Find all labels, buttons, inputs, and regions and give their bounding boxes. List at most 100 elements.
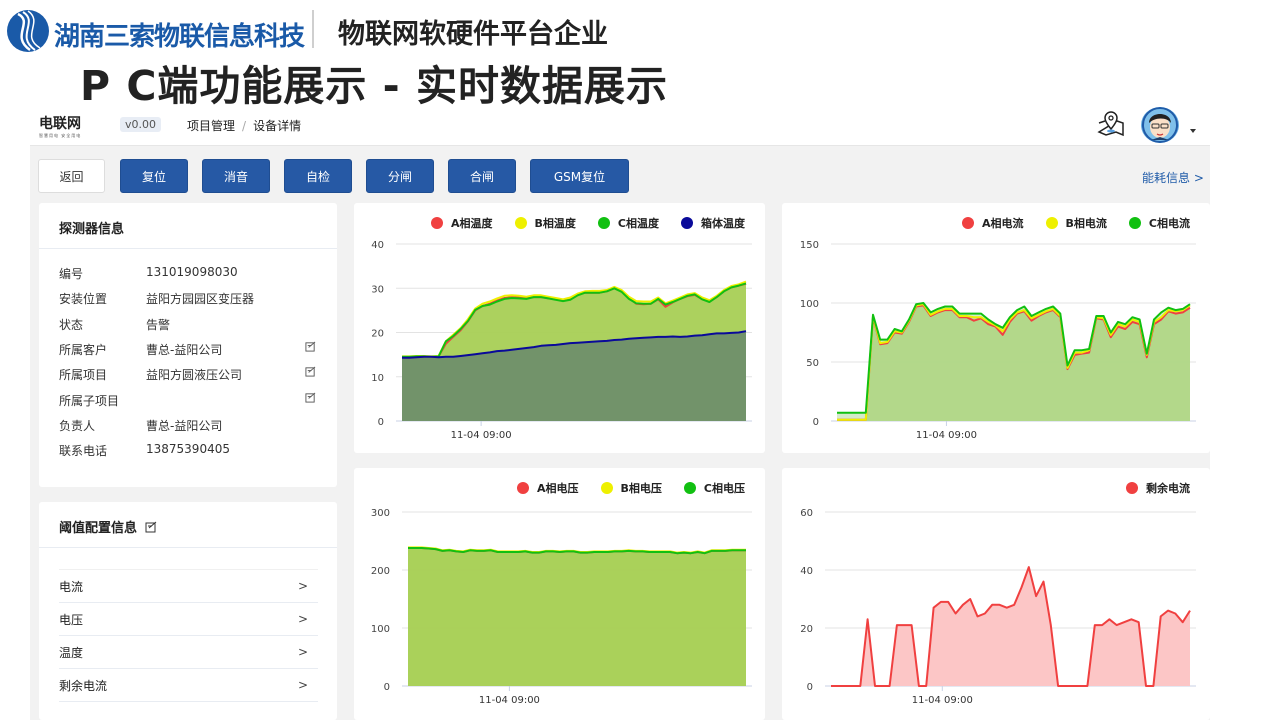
version-badge: v0.00 — [120, 117, 162, 132]
legend-dot-icon — [1126, 482, 1138, 494]
legend-item[interactable]: A相电压 — [517, 480, 579, 496]
close-switch-button[interactable]: 合闸 — [448, 159, 516, 193]
legend-item[interactable]: A相电流 — [962, 215, 1024, 231]
y-tick-label: 100 — [800, 299, 819, 310]
x-tick-label: 11-04 09:00 — [912, 695, 973, 706]
threshold-item[interactable]: 剩余电流 > — [59, 669, 318, 702]
chart-legend: A相温度 B相温度 C相温度 箱体温度 — [409, 215, 745, 231]
threshold-title-text: 阈值配置信息 — [59, 521, 138, 536]
threshold-item[interactable]: 电压 > — [59, 603, 318, 636]
threshold-card: 阈值配置信息 电流 > 电压 > 温度 > 剩余电流 > — [39, 502, 337, 720]
x-tick-label: 11-04 09:00 — [916, 430, 977, 441]
legend-dot-icon — [431, 217, 444, 229]
chevron-right-icon: > — [297, 579, 308, 593]
chart-svg: 0 20 40 60 11-04 09:00 — [800, 508, 1196, 706]
edit-icon[interactable] — [145, 521, 157, 533]
voltage-chart: 0 100 200 300 11-04 09:00 A相电压 B相电压 C相电压 — [354, 468, 765, 720]
y-tick-label: 0 — [384, 682, 390, 693]
field-label: 所属项目 — [59, 368, 108, 383]
chevron-right-icon: > — [297, 645, 308, 659]
user-avatar[interactable] — [1141, 107, 1179, 143]
mute-button[interactable]: 消音 — [202, 159, 270, 193]
field-label: 所属子项目 — [59, 393, 120, 408]
chart-legend: A相电压 B相电压 C相电压 — [495, 480, 745, 496]
legend-item[interactable]: A相温度 — [431, 215, 493, 231]
y-tick-label: 60 — [800, 508, 813, 519]
back-button[interactable]: 返回 — [38, 159, 105, 193]
map-location-icon[interactable] — [1096, 111, 1126, 137]
field-label: 状态 — [59, 317, 84, 332]
energy-info-link[interactable]: 能耗信息 > — [1142, 169, 1204, 186]
threshold-item[interactable]: 电流 > — [59, 570, 318, 603]
edit-icon[interactable] — [305, 341, 316, 352]
company-logo-icon — [7, 10, 49, 52]
divider — [312, 10, 314, 48]
slogan: 物联网软硬件平台企业 — [338, 19, 608, 50]
series-area — [408, 548, 746, 686]
legend-item[interactable]: C相电压 — [683, 480, 745, 496]
y-tick-label: 30 — [371, 284, 384, 295]
legend-item[interactable]: 箱体温度 — [681, 215, 745, 231]
breadcrumb-separator: / — [242, 119, 247, 133]
detector-info-title: 探测器信息 — [39, 203, 337, 249]
legend-dot-icon — [600, 482, 613, 494]
gsm-reset-button[interactable]: GSM复位 — [530, 159, 629, 193]
chart-svg: 0 100 200 300 11-04 09:00 — [371, 508, 752, 706]
y-tick-label: 50 — [806, 358, 819, 369]
legend-dot-icon — [514, 217, 527, 229]
legend-dot-icon — [517, 482, 530, 494]
legend-item[interactable]: 剩余电流 — [1126, 480, 1190, 496]
y-tick-label: 20 — [800, 624, 813, 635]
avatar-face-icon — [1142, 107, 1178, 143]
y-tick-label: 300 — [371, 508, 390, 519]
edit-icon[interactable] — [305, 366, 316, 377]
x-tick-label: 11-04 09:00 — [451, 430, 512, 441]
y-tick-label: 0 — [813, 417, 819, 428]
y-tick-label: 0 — [378, 417, 384, 428]
y-tick-label: 20 — [371, 329, 384, 340]
legend-item[interactable]: C相温度 — [597, 215, 659, 231]
brand-name: 电联网 — [39, 116, 81, 132]
legend-label: C相电流 — [1148, 217, 1190, 230]
legend-label: B相电流 — [1065, 217, 1107, 230]
field-value: 益阳方圆液压公司 — [146, 368, 243, 383]
legend-item[interactable]: C相电流 — [1128, 215, 1190, 231]
edit-icon[interactable] — [305, 392, 316, 403]
user-menu-caret-icon[interactable] — [1190, 129, 1196, 133]
y-tick-label: 10 — [371, 373, 384, 384]
legend-item[interactable]: B相温度 — [514, 215, 576, 231]
self-check-button[interactable]: 自检 — [284, 159, 352, 193]
legend-label: A相电压 — [537, 482, 579, 495]
reset-button[interactable]: 复位 — [120, 159, 188, 193]
legend-label: B相温度 — [534, 217, 576, 230]
legend-label: A相电流 — [982, 217, 1024, 230]
field-value: 13875390405 — [146, 442, 230, 457]
y-tick-label: 40 — [800, 566, 813, 577]
threshold-list: 电流 > 电压 > 温度 > 剩余电流 > — [59, 569, 318, 702]
field-label: 所属客户 — [59, 342, 108, 357]
chart-legend: 剩余电流 — [1104, 480, 1190, 496]
detector-info-card: 探测器信息 编号 131019098030 安装位置 益阳方园园区变压器 状态 告警 所属客… — [39, 203, 337, 487]
residual-current-chart: 0 20 40 60 11-04 09:00 剩余电流 — [782, 468, 1210, 720]
chevron-right-icon: > — [297, 678, 308, 692]
legend-dot-icon — [1128, 217, 1141, 229]
brand-sub: 智慧用电 安全用电 — [39, 133, 82, 138]
threshold-title: 阈值配置信息 — [39, 502, 337, 548]
legend-label: 箱体温度 — [701, 217, 745, 230]
top-nav: 电联网 智慧用电 安全用电 v0.00 项目管理 / 设备详情 — [30, 105, 1210, 146]
legend-item[interactable]: B相电压 — [600, 480, 662, 496]
y-tick-label: 150 — [800, 240, 819, 251]
field-value: 曹总-益阳公司 — [146, 342, 223, 357]
legend-dot-icon — [681, 217, 693, 229]
company-name: 湖南三索物联信息科技 — [54, 22, 305, 52]
field-value: 曹总-益阳公司 — [146, 418, 223, 433]
banner: 湖南三索物联信息科技 物联网软硬件平台企业 P C端功能展示 - 实时数据展示 — [0, 0, 1279, 110]
open-switch-button[interactable]: 分闸 — [366, 159, 434, 193]
breadcrumb-item-project[interactable]: 项目管理 — [187, 119, 235, 133]
legend-item[interactable]: B相电流 — [1045, 215, 1107, 231]
field-value: 益阳方园园区变压器 — [146, 292, 255, 307]
threshold-item[interactable]: 温度 > — [59, 636, 318, 669]
legend-label: C相电压 — [703, 482, 745, 495]
brand-logo[interactable]: 电联网 智慧用电 安全用电 — [39, 113, 81, 139]
field-label: 安装位置 — [59, 292, 108, 307]
